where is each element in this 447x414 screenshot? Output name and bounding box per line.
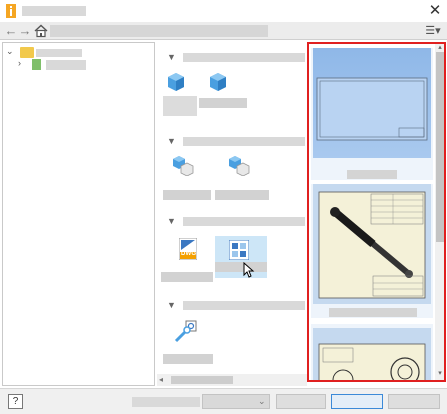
back-button[interactable]: ←	[4, 23, 18, 39]
assembly-icon	[173, 156, 194, 176]
hydraulic-cylinder-drawing-preview	[318, 191, 426, 299]
template-label	[199, 98, 247, 108]
preview-label	[329, 308, 417, 317]
section-header-drawings[interactable]: ▼	[157, 214, 307, 228]
presentation-icon	[174, 320, 197, 343]
preview-thumbnail	[313, 328, 431, 380]
chevron-down-icon: ⌄	[258, 396, 266, 406]
part-cube-icon	[210, 73, 226, 91]
preview-item[interactable]	[311, 324, 433, 380]
template-label	[163, 354, 213, 364]
window-title	[22, 6, 86, 16]
collapse-arrow-icon[interactable]: ▼	[167, 136, 176, 146]
template-tile[interactable]	[215, 154, 269, 200]
preview-thumbnail	[313, 48, 431, 158]
preview-scrollbar[interactable]: ▴ ▾	[435, 44, 444, 380]
template-tile[interactable]: DWG	[161, 236, 213, 282]
idw-drawing-icon	[229, 240, 249, 260]
preview-label	[347, 170, 397, 179]
help-button[interactable]: ?	[8, 394, 23, 409]
preview-item[interactable]	[311, 184, 433, 318]
project-icon	[32, 59, 41, 70]
section-header-assemblies[interactable]: ▼	[157, 134, 307, 148]
template-label	[163, 96, 197, 116]
section-label	[183, 53, 305, 62]
template-label	[215, 190, 269, 200]
blank-sheet-preview	[316, 77, 428, 141]
dwg-badge: DWG	[181, 251, 197, 257]
folder-tree: ⌄ ›	[2, 42, 155, 386]
project-dropdown[interactable]: ⌄	[202, 394, 270, 409]
expand-arrow-icon[interactable]: ›	[18, 58, 21, 68]
section-header-parts[interactable]: ▼	[157, 50, 307, 64]
template-tile[interactable]	[161, 154, 213, 200]
view-options-menu[interactable]: ☰▾	[420, 23, 446, 39]
scroll-left-icon[interactable]: ◂	[159, 375, 169, 385]
template-tile[interactable]	[161, 318, 213, 364]
navigation-toolbar: ← → ☰▾	[0, 22, 447, 40]
collapse-arrow-icon[interactable]: ▼	[167, 216, 176, 226]
project-label	[132, 397, 200, 407]
collapse-arrow-icon[interactable]: ▼	[167, 300, 176, 310]
mouse-cursor-icon	[243, 262, 255, 278]
section-label	[183, 301, 305, 310]
horizontal-scrollbar[interactable]: ◂	[157, 374, 307, 386]
tree-item-label	[36, 49, 82, 57]
home-icon[interactable]	[34, 24, 48, 38]
dialog-footer: ? ⌄	[0, 388, 447, 414]
scroll-up-icon[interactable]: ▴	[436, 44, 444, 52]
projects-button[interactable]	[276, 394, 326, 409]
template-tile[interactable]	[199, 72, 251, 118]
preview-thumbnail	[313, 184, 431, 304]
scrollbar-thumb[interactable]	[171, 376, 233, 384]
template-label	[161, 272, 213, 282]
preview-panel: ▴ ▾	[307, 42, 446, 382]
cancel-button[interactable]	[388, 394, 440, 409]
dwg-drawing-icon: DWG	[178, 237, 198, 261]
close-button[interactable]: ✕	[426, 2, 444, 20]
part-cube-icon	[168, 73, 184, 91]
section-label	[183, 217, 305, 226]
forward-button[interactable]: →	[18, 23, 32, 39]
inventor-logo-icon	[6, 4, 16, 18]
scroll-down-icon[interactable]: ▾	[436, 370, 444, 378]
template-list: ▼ ▼ ▼ DWG ▼	[157, 42, 307, 386]
folder-icon	[20, 47, 34, 58]
assembly-icon	[229, 156, 250, 176]
path-bar[interactable]	[50, 25, 268, 37]
collapse-arrow-icon[interactable]: ▼	[167, 52, 176, 62]
tree-item[interactable]: ›	[18, 58, 138, 72]
preview-item[interactable]	[311, 48, 433, 180]
section-header-presentations[interactable]: ▼	[157, 298, 307, 312]
section-label	[183, 137, 305, 146]
template-tile-selected[interactable]	[215, 236, 267, 278]
tree-item-label	[46, 60, 86, 70]
title-bar: ✕	[0, 0, 447, 22]
template-label	[163, 190, 211, 200]
expand-arrow-icon[interactable]: ⌄	[6, 46, 14, 57]
project-value	[204, 396, 254, 407]
scrollbar-thumb[interactable]	[436, 52, 444, 242]
create-button[interactable]	[331, 394, 383, 409]
wheel-drawing-preview	[318, 343, 426, 380]
template-label	[215, 262, 267, 272]
